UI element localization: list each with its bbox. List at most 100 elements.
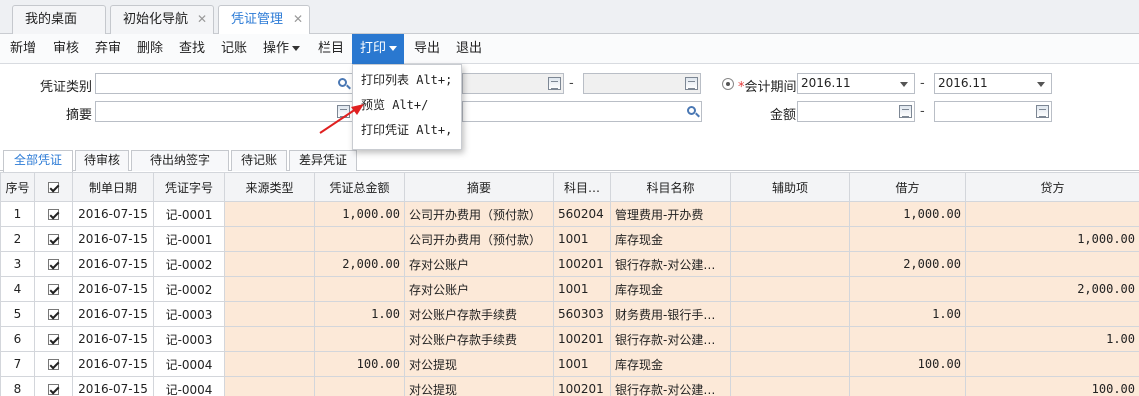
col-seq-header[interactable]: 序号 <box>0 172 35 202</box>
col-credit-cell <box>965 301 1139 327</box>
table-row[interactable]: 8 2016-07-15 记-0004 对公提现 100201 银行存款-对公建… 100.… <box>0 376 1139 396</box>
calculator-icon[interactable] <box>899 105 912 118</box>
col-summary-cell: 对公账户存款手续费 <box>404 301 554 327</box>
tab-pending-cashier[interactable]: 待出纳签字 <box>131 150 229 171</box>
chevron-down-icon[interactable] <box>900 82 908 87</box>
table-row[interactable]: 3 2016-07-15 记-0002 2,000.00 存对公账户 100201 银行存款… <box>0 251 1139 277</box>
col-debit-cell: 100.00 <box>849 351 966 377</box>
new-button[interactable]: 新增 <box>10 34 36 64</box>
delete-button[interactable]: 删除 <box>137 34 163 64</box>
summary-input[interactable] <box>95 101 353 122</box>
export-button[interactable]: 导出 <box>414 34 440 64</box>
col-summary-cell: 公司开办费用（预付款） <box>404 201 554 227</box>
period-radio[interactable] <box>722 78 734 90</box>
col-aux-cell <box>730 251 850 277</box>
red-arrow-icon <box>319 104 364 134</box>
col-check-header[interactable] <box>34 172 73 202</box>
col-summary-cell: 存对公账户 <box>404 251 554 277</box>
row-checkbox[interactable] <box>48 284 59 295</box>
col-debit-header[interactable]: 借方 <box>849 172 966 202</box>
calendar-icon[interactable] <box>548 77 561 90</box>
voucher-type-input[interactable] <box>95 73 353 94</box>
select-all-checkbox[interactable] <box>48 182 59 193</box>
col-debit-cell: 2,000.00 <box>849 251 966 277</box>
close-icon[interactable]: ✕ <box>197 6 207 33</box>
date-from-input[interactable] <box>462 73 564 94</box>
search-icon[interactable] <box>687 106 696 115</box>
col-total-header[interactable]: 凭证总金额 <box>314 172 405 202</box>
period-to-select[interactable]: 2016.11 <box>934 73 1052 94</box>
col-check-cell <box>34 376 73 396</box>
col-subject-code-cell: 560204 <box>553 201 611 227</box>
col-aux-header[interactable]: 辅助项 <box>730 172 850 202</box>
col-subject-code-cell: 1001 <box>553 351 611 377</box>
amount-from-input[interactable] <box>797 101 915 122</box>
search-icon[interactable] <box>338 78 347 87</box>
table-row[interactable]: 2 2016-07-15 记-0001 公司开办费用（预付款） 1001 库存现金 1,00… <box>0 226 1139 252</box>
date-to-input[interactable] <box>583 73 701 94</box>
table-row[interactable]: 4 2016-07-15 记-0002 存对公账户 1001 库存现金 2,000.00 <box>0 276 1139 302</box>
calendar-icon[interactable] <box>685 77 698 90</box>
tab-voucher-management[interactable]: 凭证管理 ✕ <box>218 5 310 35</box>
find-button[interactable]: 查找 <box>179 34 205 64</box>
table-row[interactable]: 6 2016-07-15 记-0003 对公账户存款手续费 100201 银行存款-对公建… <box>0 326 1139 352</box>
col-date-header[interactable]: 制单日期 <box>72 172 154 202</box>
tab-init-nav[interactable]: 初始化导航 ✕ <box>110 5 214 34</box>
chevron-down-icon[interactable] <box>1037 82 1045 87</box>
table-row[interactable]: 7 2016-07-15 记-0004 100.00 对公提现 1001 库存现金 100.0… <box>0 351 1139 377</box>
calculator-icon[interactable] <box>1036 105 1049 118</box>
tab-my-desktop[interactable]: 我的桌面 <box>12 5 106 34</box>
row-checkbox[interactable] <box>48 334 59 345</box>
table-row[interactable]: 1 2016-07-15 记-0001 1,000.00 公司开办费用（预付款） 5602… <box>0 201 1139 227</box>
col-summary-header[interactable]: 摘要 <box>404 172 554 202</box>
col-subject-code-header[interactable]: 科目… <box>553 172 611 202</box>
row-checkbox[interactable] <box>48 259 59 270</box>
operate-menu-button[interactable]: 操作 <box>263 34 301 64</box>
col-source-cell <box>224 326 315 352</box>
tab-bar: 我的桌面 初始化导航 ✕ 凭证管理 ✕ <box>0 0 1139 35</box>
col-seq-cell: 3 <box>0 251 35 277</box>
row-checkbox[interactable] <box>48 309 59 320</box>
columns-button[interactable]: 栏目 <box>318 34 344 64</box>
status-tabs: 全部凭证 待审核 待出纳签字 待记账 差异凭证 <box>0 148 1139 172</box>
row-checkbox[interactable] <box>48 359 59 370</box>
col-date-cell: 2016-07-15 <box>72 301 154 327</box>
row-checkbox[interactable] <box>48 209 59 220</box>
tab-difference-vouchers[interactable]: 差异凭证 <box>289 150 357 171</box>
col-subject-name-header[interactable]: 科目名称 <box>610 172 731 202</box>
print-dropdown-menu: 打印列表 Alt+; 预览 Alt+/ 打印凭证 Alt+, <box>352 64 462 150</box>
period-to-value: 2016.11 <box>938 76 988 90</box>
print-menu-button[interactable]: 打印 <box>352 34 404 64</box>
menu-item-print-list[interactable]: 打印列表 Alt+; <box>361 68 452 92</box>
row-checkbox[interactable] <box>48 384 59 395</box>
col-voucher-no-header[interactable]: 凭证字号 <box>153 172 225 202</box>
menu-item-print-voucher[interactable]: 打印凭证 Alt+, <box>361 118 452 142</box>
col-credit-cell: 2,000.00 <box>965 276 1139 302</box>
amount-to-input[interactable] <box>934 101 1052 122</box>
tab-pending-audit[interactable]: 待审核 <box>75 150 129 171</box>
tab-all-vouchers[interactable]: 全部凭证 <box>3 150 73 172</box>
period-from-select[interactable]: 2016.11 <box>797 73 915 94</box>
col-source-header[interactable]: 来源类型 <box>224 172 315 202</box>
table-row[interactable]: 5 2016-07-15 记-0003 1.00 对公账户存款手续费 560303 财务费用… <box>0 301 1139 327</box>
col-subject-code-cell: 1001 <box>553 276 611 302</box>
col-aux-cell <box>730 301 850 327</box>
subject-input[interactable] <box>462 101 702 122</box>
col-date-cell: 2016-07-15 <box>72 326 154 352</box>
col-source-cell <box>224 276 315 302</box>
col-total-cell <box>314 226 405 252</box>
exit-button[interactable]: 退出 <box>456 34 482 64</box>
col-credit-header[interactable]: 贷方 <box>965 172 1139 202</box>
col-seq-cell: 2 <box>0 226 35 252</box>
unaudit-button[interactable]: 弃审 <box>95 34 121 64</box>
close-icon[interactable]: ✕ <box>293 6 303 33</box>
toolbar: 新增 审核 弃审 删除 查找 记账 操作 栏目 打印 导出 退出 <box>0 34 1139 64</box>
col-subject-name-cell: 财务费用-银行手… <box>610 301 731 327</box>
row-checkbox[interactable] <box>48 234 59 245</box>
audit-button[interactable]: 审核 <box>53 34 79 64</box>
menu-item-preview[interactable]: 预览 Alt+/ <box>361 93 428 117</box>
col-date-cell: 2016-07-15 <box>72 226 154 252</box>
tab-label: 初始化导航 <box>123 12 189 27</box>
post-button[interactable]: 记账 <box>221 34 247 64</box>
tab-pending-post[interactable]: 待记账 <box>231 150 287 171</box>
